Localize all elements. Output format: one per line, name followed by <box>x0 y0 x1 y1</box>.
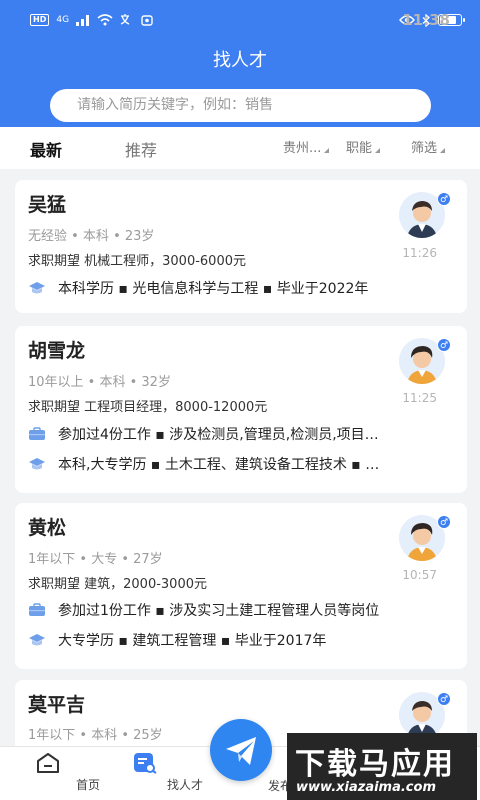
paper-plane-icon <box>210 719 272 781</box>
male-icon: ♂ <box>437 192 451 206</box>
filter-function[interactable]: 职能 <box>346 137 372 156</box>
update-time: 10:57 <box>402 568 437 582</box>
talent-search-icon <box>132 752 158 774</box>
male-icon: ♂ <box>437 515 451 529</box>
education-line: 本科学历 ▪ 光电信息科学与工程 ▪ 毕业于2022年 <box>28 278 458 298</box>
home-icon <box>35 752 61 774</box>
publish-button[interactable] <box>210 719 272 781</box>
clock: 11:38 <box>402 11 450 29</box>
education-line: 本科,大专学历 ▪ 土木工程、建筑设备工程技术 ▪ … <box>28 454 458 474</box>
education-text: 大专学历 ▪ 建筑工程管理 ▪ 毕业于2017年 <box>58 630 326 650</box>
candidate-name: 吴猛 <box>28 190 66 217</box>
education-text: 本科,大专学历 ▪ 土木工程、建筑设备工程技术 ▪ … <box>58 454 379 474</box>
header: HD 4G 11:38 找人才 请输入简历关键字，例如：销售 <box>0 0 480 127</box>
graduation-cap-icon <box>28 457 46 471</box>
filter-more-label: 筛选 <box>411 141 437 156</box>
job-expectation: 求职期望 建筑，2000-3000元 <box>28 573 207 592</box>
briefcase-icon <box>28 427 46 441</box>
work-text: 参加过1份工作 ▪ 涉及实习土建工程管理人员等岗位 <box>58 600 379 620</box>
dropdown-triangle-icon <box>324 148 329 153</box>
search-input[interactable]: 请输入简历关键字，例如：销售 <box>50 89 431 122</box>
candidate-meta: 1年以下 • 本科 • 25岁 <box>28 724 163 743</box>
work-text: 参加过4份工作 ▪ 涉及检测员,管理员,检测员,项目… <box>58 424 379 444</box>
tab-recommended[interactable]: 推荐 <box>125 137 157 161</box>
wifi-icon <box>97 14 113 26</box>
filter-more[interactable]: 筛选 <box>411 137 437 156</box>
candidate-name: 莫平吉 <box>28 690 85 717</box>
update-time: 11:26 <box>402 246 437 260</box>
status-bar: HD 4G 11:38 <box>0 0 480 40</box>
resume-card[interactable]: 吴猛 无经验 • 本科 • 23岁 求职期望 机械工程师，3000-6000元 … <box>15 180 467 313</box>
graduation-cap-icon <box>28 281 46 295</box>
male-icon: ♂ <box>437 338 451 352</box>
job-expectation: 求职期望 工程项目经理，8000-12000元 <box>28 396 267 415</box>
candidate-name: 胡雪龙 <box>28 336 85 363</box>
tab-latest[interactable]: 最新 <box>30 137 62 161</box>
hd-badge: HD <box>30 14 49 26</box>
education-text: 本科学历 ▪ 光电信息科学与工程 ▪ 毕业于2022年 <box>58 278 368 298</box>
page-title: 找人才 <box>0 46 480 72</box>
update-time: 11:25 <box>402 391 437 405</box>
job-expectation: 求职期望 机械工程师，3000-6000元 <box>28 250 246 269</box>
male-icon: ♂ <box>437 692 451 706</box>
watermark-logo: 下载马应用 www.xiazaima.com <box>287 733 477 800</box>
watermark-url: www.xiazaima.com <box>296 780 436 795</box>
candidate-meta: 1年以下 • 大专 • 27岁 <box>28 548 163 567</box>
notification-icon <box>141 14 153 26</box>
translate-icon <box>120 14 134 26</box>
signal-icon <box>76 15 90 26</box>
candidate-meta: 无经验 • 本科 • 23岁 <box>28 225 154 244</box>
graduation-cap-icon <box>28 633 46 647</box>
work-line: 参加过4份工作 ▪ 涉及检测员,管理员,检测员,项目… <box>28 424 458 444</box>
candidate-name: 黄松 <box>28 513 66 540</box>
filter-region[interactable]: 贵州... <box>283 137 321 156</box>
resume-card[interactable]: 胡雪龙 10年以上 • 本科 • 32岁 求职期望 工程项目经理，8000-12… <box>15 326 467 493</box>
network-type: 4G <box>56 16 69 25</box>
filter-function-label: 职能 <box>346 141 372 156</box>
briefcase-icon <box>28 603 46 617</box>
filter-region-label: 贵州... <box>283 141 321 156</box>
watermark-title: 下载马应用 <box>295 739 455 783</box>
resume-card[interactable]: 黄松 1年以下 • 大专 • 27岁 求职期望 建筑，2000-3000元 参加… <box>15 503 467 669</box>
nav-home-label: 首页 <box>48 776 128 793</box>
dropdown-triangle-icon <box>375 148 380 153</box>
tab-bar: 最新 推荐 贵州... 职能 筛选 <box>0 127 480 169</box>
work-line: 参加过1份工作 ▪ 涉及实习土建工程管理人员等岗位 <box>28 600 458 620</box>
dropdown-triangle-icon <box>440 148 445 153</box>
education-line: 大专学历 ▪ 建筑工程管理 ▪ 毕业于2017年 <box>28 630 458 650</box>
candidate-meta: 10年以上 • 本科 • 32岁 <box>28 371 171 390</box>
